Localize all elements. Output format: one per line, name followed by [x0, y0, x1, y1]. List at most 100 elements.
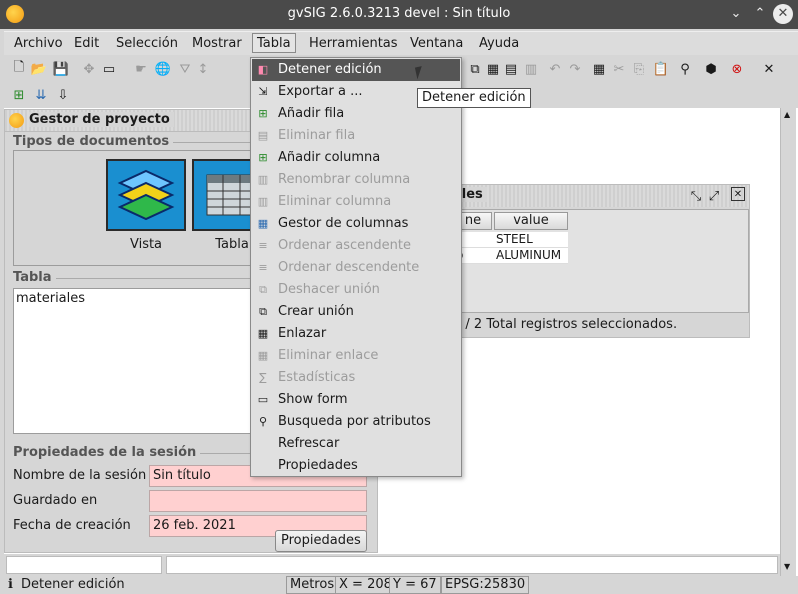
menu-mostrar[interactable]: Mostrar — [188, 35, 246, 55]
menu-item-anadir-columna[interactable]: ⊞ Añadir columna — [252, 147, 460, 169]
filter-icon[interactable]: ⛛ — [176, 60, 194, 78]
menu-item-refrescar[interactable]: Refrescar — [252, 433, 460, 455]
window-titlebar: gvSIG 2.6.0.3213 devel : Sin título ⌄ ⌃ … — [0, 0, 798, 29]
saved-in-label: Guardado en — [13, 493, 98, 508]
menu-item-ordenar-descendente[interactable]: ≡ Ordenar descendente — [252, 257, 460, 279]
layer-manage-icon[interactable]: ⇊ — [32, 86, 50, 104]
form-icon: ▭ — [257, 393, 269, 406]
create-join-toolbar-icon[interactable]: ⧉ — [466, 60, 484, 78]
column-header[interactable]: value — [494, 212, 568, 230]
table-selection-status: 0 / 2 Total registros seleccionados. — [453, 317, 678, 332]
menu-herramientas[interactable]: Herramientas — [305, 35, 402, 55]
menu-item-renombrar-columna[interactable]: ▥ Renombrar columna — [252, 169, 460, 191]
table-icon[interactable]: ▦ — [590, 60, 608, 78]
globe-icon[interactable]: 🌐 — [154, 60, 172, 78]
pan-icon[interactable]: ✥ — [80, 60, 98, 78]
scroll-down-icon[interactable]: ▼ — [784, 562, 790, 571]
menu-item-deshacer-union[interactable]: ⧉ Deshacer unión — [252, 279, 460, 301]
gvsig-logo-icon — [9, 113, 24, 128]
link-toolbar-icon[interactable]: ▦ — [484, 60, 502, 78]
copy-icon[interactable]: ⎘ — [630, 60, 648, 78]
saved-in-field[interactable] — [149, 490, 367, 512]
menu-item-crear-union[interactable]: ⧉ Crear unión — [252, 301, 460, 323]
bottom-bar — [4, 554, 780, 576]
menu-item-estadisticas[interactable]: ∑ Estadísticas — [252, 367, 460, 389]
menu-item-eliminar-fila[interactable]: ▤ Eliminar fila — [252, 125, 460, 147]
map-layers-icon — [106, 159, 186, 231]
error-icon[interactable]: ⊗ — [728, 60, 746, 78]
zoom-select-icon[interactable]: ▭ — [100, 60, 118, 78]
maximize-window-icon[interactable]: ⤢ — [705, 187, 723, 205]
link-icon: ▦ — [257, 327, 269, 340]
menu-item-gestor-columnas[interactable]: ▦ Gestor de columnas — [252, 213, 460, 235]
new-icon[interactable]: 🗋 — [10, 60, 28, 78]
sort-icon[interactable]: ↕ — [194, 60, 212, 78]
rename-column-icon: ▥ — [257, 173, 269, 186]
cube-icon[interactable]: ⬢ — [702, 60, 720, 78]
close-icon[interactable]: ✕ — [773, 4, 793, 24]
doc-type-vista[interactable]: Vista — [106, 159, 186, 252]
epsg-display[interactable]: EPSG:25830 — [441, 576, 530, 594]
info-tool-icon[interactable]: ☛ — [132, 60, 150, 78]
menu-ventana[interactable]: Ventana — [406, 35, 467, 55]
scroll-up-icon[interactable]: ▲ — [784, 110, 790, 119]
unlink-icon: ▦ — [257, 349, 269, 362]
table-cell[interactable]: ALUMINUM — [494, 248, 568, 264]
properties-button[interactable]: Propiedades — [275, 530, 367, 552]
table-window: ales ⤡ ⤢ ✕ ne value STEEL o ALUMINUM 0 /… — [452, 184, 750, 338]
menu-item-eliminar-enlace[interactable]: ▦ Eliminar enlace — [252, 345, 460, 367]
secondary-toolbar: ⊞ ⇊ ⇩ — [4, 82, 84, 108]
binoculars-toolbar-icon[interactable]: ⚲ — [676, 60, 694, 78]
table-window-header[interactable]: ales ⤡ ⤢ ✕ — [453, 185, 749, 207]
menu-item-enlazar[interactable]: ▦ Enlazar — [252, 323, 460, 345]
column-manager-icon: ▦ — [257, 217, 269, 230]
stop-edit-icon: ◧ — [257, 63, 269, 76]
menu-archivo[interactable]: Archivo — [10, 35, 67, 55]
units-display[interactable]: Metros — [286, 576, 339, 594]
menu-tabla[interactable]: Tabla — [252, 33, 296, 53]
menu-item-eliminar-columna[interactable]: ▥ Eliminar columna — [252, 191, 460, 213]
minimize-icon[interactable]: ⌄ — [726, 4, 746, 24]
table-cell[interactable]: STEEL — [494, 232, 568, 248]
vertical-scrollbar[interactable]: ▲ ▼ — [780, 108, 796, 576]
doc-types-label: Tipos de documentos — [13, 134, 174, 149]
x-coordinate: X = 208 — [335, 576, 396, 594]
minimize-window-icon[interactable]: ⤡ — [687, 187, 705, 205]
binoculars-icon: ⚲ — [258, 415, 268, 428]
menu-item-ordenar-ascendente[interactable]: ≡ Ordenar ascendente — [252, 235, 460, 257]
save-icon[interactable]: 💾 — [52, 60, 70, 78]
layer-export-icon[interactable]: ⇩ — [54, 86, 72, 104]
menubar: Archivo Edit Selección Mostrar Tabla Her… — [4, 31, 798, 55]
saved-in-row: Guardado en — [13, 490, 373, 512]
statistics-icon: ∑ — [259, 371, 267, 384]
paste-icon[interactable]: 📋 — [652, 60, 670, 78]
status-message: Detener edición — [21, 577, 125, 592]
close-window-icon[interactable]: ✕ — [731, 187, 745, 201]
menu-ayuda[interactable]: Ayuda — [475, 35, 523, 55]
redo-icon[interactable]: ↷ — [566, 60, 584, 78]
info-icon: ℹ — [8, 577, 13, 592]
export-icon: ⇲ — [258, 85, 268, 98]
tabla-menu: ◧ Detener edición ⇲ Exportar a ... ⊞ Aña… — [250, 57, 462, 477]
undo-icon[interactable]: ↶ — [546, 60, 564, 78]
add-layer-icon[interactable]: ⊞ — [10, 86, 28, 104]
unlink-toolbar-icon[interactable]: ▥ — [522, 60, 540, 78]
table-grid: ne value STEEL o ALUMINUM — [453, 209, 749, 313]
session-name-label: Nombre de la sesión — [13, 468, 147, 483]
open-icon[interactable]: 📂 — [30, 60, 48, 78]
window-title: gvSIG 2.6.0.3213 devel : Sin título — [287, 6, 511, 21]
sort-asc-icon: ≡ — [258, 239, 268, 252]
cut-icon[interactable]: ✂ — [610, 60, 628, 78]
menu-item-busqueda-atributos[interactable]: ⚲ Busqueda por atributos — [252, 411, 460, 433]
bottom-field — [6, 556, 162, 574]
project-manager-title: Gestor de proyecto — [29, 112, 174, 127]
table-link-toolbar-icon[interactable]: ▤ — [502, 60, 520, 78]
menu-item-show-form[interactable]: ▭ Show form — [252, 389, 460, 411]
delete-row-icon: ▤ — [257, 129, 269, 142]
menu-edit[interactable]: Edit — [70, 35, 103, 55]
menu-seleccion[interactable]: Selección — [112, 35, 182, 55]
maximize-icon[interactable]: ⌃ — [750, 4, 770, 24]
tools-icon[interactable]: ✕ — [760, 60, 778, 78]
created-label: Fecha de creación — [13, 518, 131, 533]
menu-item-propiedades[interactable]: Propiedades — [252, 455, 460, 477]
